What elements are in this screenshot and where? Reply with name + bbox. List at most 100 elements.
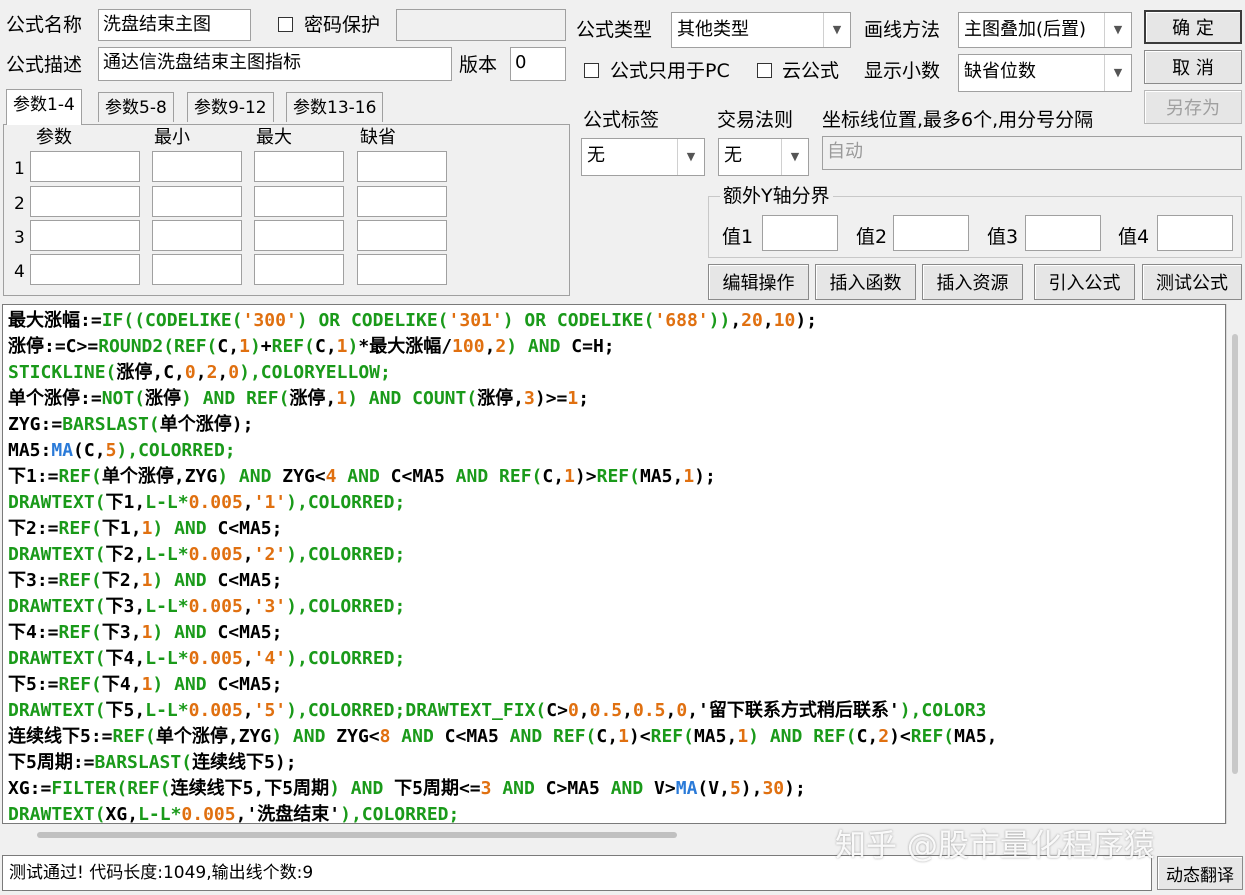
- code-token: L-L*: [145, 492, 189, 513]
- code-line[interactable]: 下4:=REF(下3,1) AND C<MA5;: [8, 620, 282, 646]
- save-as-button[interactable]: 另存为: [1144, 90, 1242, 124]
- param-1-default-input[interactable]: [357, 151, 447, 182]
- tab-params-1-4[interactable]: 参数1-4: [6, 89, 82, 125]
- tab-params-5-8[interactable]: 参数5-8: [98, 92, 174, 122]
- code-token: 涨停:=C>=: [8, 336, 99, 357]
- code-line[interactable]: 下1:=REF(单个涨停,ZYG) AND ZYG<4 AND C<MA5 AN…: [8, 464, 716, 490]
- code-line[interactable]: DRAWTEXT(XG,L-L*0.005,'洗盘结束'),COLORRED;: [8, 802, 459, 824]
- code-line[interactable]: 下5:=REF(下4,1) AND C<MA5;: [8, 672, 282, 698]
- code-token: 1: [141, 674, 153, 695]
- code-token: ,: [242, 596, 254, 617]
- code-token: AND: [599, 778, 655, 799]
- param-2-min-input[interactable]: [152, 186, 242, 217]
- param-4-min-input[interactable]: [152, 254, 242, 285]
- param-4-max-input[interactable]: [254, 254, 344, 285]
- code-line[interactable]: STICKLINE(涨停,C,0,2,0),COLORYELLOW;: [8, 360, 391, 386]
- param-3-min-input[interactable]: [152, 220, 242, 251]
- chevron-down-icon[interactable]: ▼: [823, 13, 850, 47]
- param-1-min-input[interactable]: [152, 151, 242, 182]
- code-editor[interactable]: 最大涨幅:=IF((CODELIKE('300') OR CODELIKE('3…: [2, 304, 1226, 824]
- insert-function-button[interactable]: 插入函数: [815, 264, 916, 300]
- code-token: 100: [452, 336, 485, 357]
- password-input[interactable]: [396, 9, 566, 41]
- code-line[interactable]: XG:=FILTER(REF(连续线下5,下5周期) AND 下5周期<=3 A…: [8, 776, 806, 802]
- version-input[interactable]: 0: [510, 47, 566, 81]
- scrollbar-thumb[interactable]: [37, 832, 677, 838]
- code-line[interactable]: 连续线下5:=REF(单个涨停,ZYG) AND ZYG<8 AND C<MA5…: [8, 724, 998, 750]
- password-checkbox[interactable]: [278, 17, 293, 32]
- code-line[interactable]: 最大涨幅:=IF((CODELIKE('300') OR CODELIKE('3…: [8, 308, 817, 334]
- code-line[interactable]: 下5周期:=BARSLAST(连续线下5);: [8, 750, 297, 776]
- code-token: AND: [498, 726, 554, 747]
- chevron-down-icon[interactable]: ▼: [1104, 13, 1131, 47]
- code-line[interactable]: 涨停:=C>=ROUND2(REF(C,1)+REF(C,1)*最大涨幅/100…: [8, 334, 615, 360]
- param-1-max-input[interactable]: [254, 151, 344, 182]
- code-token: CODELIKE(: [556, 310, 655, 331]
- param-4-default-input[interactable]: [357, 254, 447, 285]
- y-value-1-input[interactable]: [762, 215, 838, 251]
- chevron-down-icon[interactable]: ▼: [677, 139, 704, 175]
- code-token: 下5周期<=: [394, 778, 481, 799]
- code-token: C>: [546, 700, 568, 721]
- coord-line-input[interactable]: 自动: [822, 136, 1242, 170]
- param-2-name-input[interactable]: [30, 186, 140, 217]
- vertical-scrollbar[interactable]: [1226, 304, 1244, 824]
- pc-only-checkbox[interactable]: [584, 63, 599, 78]
- import-formula-button[interactable]: 引入公式: [1034, 264, 1135, 300]
- draw-method-select[interactable]: 主图叠加(后置) ▼: [958, 12, 1132, 48]
- code-token: C,: [314, 336, 337, 357]
- dynamic-translate-button[interactable]: 动态翻译: [1157, 856, 1243, 890]
- param-4-name-input[interactable]: [30, 254, 140, 285]
- code-token: 下4,: [105, 648, 146, 669]
- code-line[interactable]: DRAWTEXT(下1,L-L*0.005,'1'),COLORRED;: [8, 490, 405, 516]
- tab-params-13-16[interactable]: 参数13-16: [286, 92, 384, 122]
- y-value-3-input[interactable]: [1025, 215, 1101, 251]
- code-token: REF(: [499, 466, 543, 487]
- trade-rule-select[interactable]: 无 ▼: [718, 138, 809, 176]
- param-1-name-input[interactable]: [30, 151, 140, 182]
- test-formula-button[interactable]: 测试公式: [1142, 264, 1242, 300]
- code-token: 下5:=: [8, 674, 59, 695]
- code-token: C=H;: [571, 336, 615, 357]
- code-line[interactable]: DRAWTEXT(下2,L-L*0.005,'2'),COLORRED;: [8, 542, 405, 568]
- cancel-button[interactable]: 取 消: [1144, 50, 1242, 84]
- chevron-down-icon[interactable]: ▼: [781, 139, 808, 175]
- code-token: BARSLAST(: [62, 414, 160, 435]
- chevron-down-icon[interactable]: ▼: [1104, 55, 1131, 91]
- code-token: '2': [253, 544, 287, 565]
- code-line[interactable]: DRAWTEXT(下3,L-L*0.005,'3'),COLORRED;: [8, 594, 405, 620]
- decimals-select[interactable]: 缺省位数 ▼: [958, 54, 1132, 92]
- code-token: ,: [242, 648, 254, 669]
- param-3-max-input[interactable]: [254, 220, 344, 251]
- formula-desc-input[interactable]: 通达信洗盘结束主图指标: [98, 47, 452, 81]
- scrollbar-thumb[interactable]: [1232, 334, 1238, 774]
- cloud-formula-checkbox[interactable]: [757, 63, 772, 78]
- code-line[interactable]: DRAWTEXT(下4,L-L*0.005,'4'),COLORRED;: [8, 646, 405, 672]
- insert-resource-button[interactable]: 插入资源: [922, 264, 1023, 300]
- code-token: NOT(: [101, 388, 146, 409]
- code-line[interactable]: 单个涨停:=NOT(涨停) AND REF(涨停,1) AND COUNT(涨停…: [8, 386, 589, 412]
- param-3-default-input[interactable]: [357, 220, 447, 251]
- code-line[interactable]: MA5:MA(C,5),COLORRED;: [8, 438, 236, 464]
- code-token: MA: [675, 778, 698, 799]
- y-value-2-input[interactable]: [893, 215, 969, 251]
- code-line[interactable]: 下2:=REF(下1,1) AND C<MA5;: [8, 516, 282, 542]
- edit-operations-button[interactable]: 编辑操作: [708, 264, 809, 300]
- code-token: L-L*: [138, 804, 182, 824]
- code-token: REF(: [246, 388, 290, 409]
- code-line[interactable]: 下3:=REF(下2,1) AND C<MA5;: [8, 568, 282, 594]
- code-token: (V,: [697, 778, 730, 799]
- code-line[interactable]: DRAWTEXT(下5,L-L*0.005,'5'),COLORRED;DRAW…: [8, 698, 986, 724]
- formula-name-input[interactable]: 洗盘结束主图: [98, 9, 251, 41]
- y-value-4-input[interactable]: [1157, 215, 1233, 251]
- code-line[interactable]: ZYG:=BARSLAST(单个涨停);: [8, 412, 253, 438]
- formula-tag-select[interactable]: 无 ▼: [581, 138, 705, 176]
- code-token: ) AND: [271, 726, 337, 747]
- tab-params-9-12[interactable]: 参数9-12: [187, 92, 274, 122]
- code-token: REF(: [174, 336, 218, 357]
- formula-type-select[interactable]: 其他类型 ▼: [671, 12, 851, 48]
- ok-button[interactable]: 确 定: [1144, 10, 1242, 44]
- param-2-default-input[interactable]: [357, 186, 447, 217]
- param-3-name-input[interactable]: [30, 220, 140, 251]
- param-2-max-input[interactable]: [254, 186, 344, 217]
